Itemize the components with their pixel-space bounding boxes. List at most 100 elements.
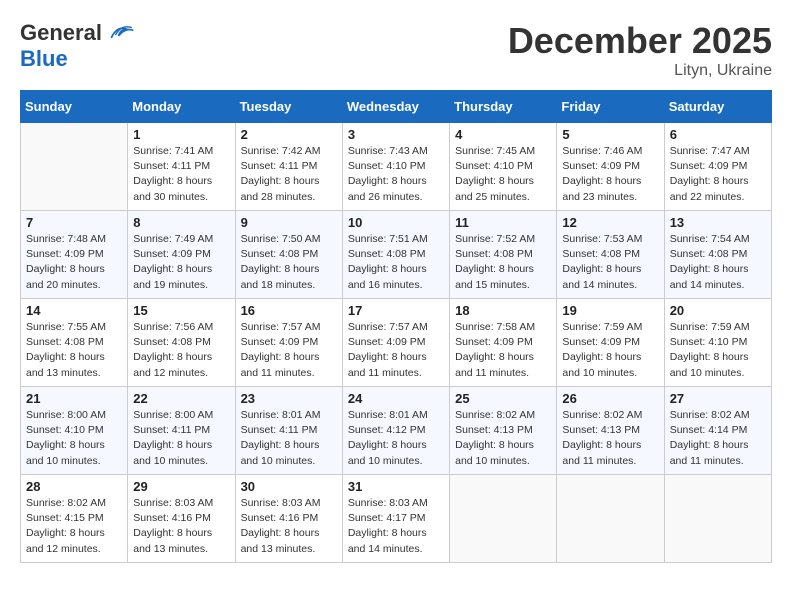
header-saturday: Saturday: [664, 91, 771, 123]
day-info: Sunrise: 8:00 AMSunset: 4:11 PMDaylight:…: [133, 408, 229, 469]
calendar-cell: [664, 475, 771, 563]
calendar-cell: 16 Sunrise: 7:57 AMSunset: 4:09 PMDayligh…: [235, 299, 342, 387]
day-info: Sunrise: 7:43 AMSunset: 4:10 PMDaylight:…: [348, 144, 444, 205]
day-number: 5: [562, 127, 658, 142]
day-number: 9: [241, 215, 337, 230]
day-number: 15: [133, 303, 229, 318]
day-info: Sunrise: 7:48 AMSunset: 4:09 PMDaylight:…: [26, 232, 122, 293]
day-info: Sunrise: 7:57 AMSunset: 4:09 PMDaylight:…: [241, 320, 337, 381]
calendar-body: 1 Sunrise: 7:41 AMSunset: 4:11 PMDaylight…: [21, 123, 772, 563]
logo-blue-text: Blue: [20, 46, 68, 72]
day-info: Sunrise: 8:02 AMSunset: 4:15 PMDaylight:…: [26, 496, 122, 557]
calendar-cell: 8 Sunrise: 7:49 AMSunset: 4:09 PMDaylight…: [128, 211, 235, 299]
calendar-cell: 29Sunrise: 8:03 AMSunset: 4:16 PMDayligh…: [128, 475, 235, 563]
calendar-cell: 19Sunrise: 7:59 AMSunset: 4:09 PMDayligh…: [557, 299, 664, 387]
day-info: Sunrise: 8:02 AMSunset: 4:14 PMDaylight:…: [670, 408, 766, 469]
calendar-cell: 28 Sunrise: 8:02 AMSunset: 4:15 PMDayligh…: [21, 475, 128, 563]
day-info: Sunrise: 7:41 AMSunset: 4:11 PMDaylight:…: [133, 144, 229, 205]
day-info: Sunrise: 7:51 AMSunset: 4:08 PMDaylight:…: [348, 232, 444, 293]
day-info: Sunrise: 7:57 AMSunset: 4:09 PMDaylight:…: [348, 320, 444, 381]
header-friday: Friday: [557, 91, 664, 123]
calendar-cell: 15 Sunrise: 7:56 AMSunset: 4:08 PMDayligh…: [128, 299, 235, 387]
day-info: Sunrise: 7:47 AMSunset: 4:09 PMDaylight:…: [670, 144, 766, 205]
day-number: 27: [670, 391, 766, 406]
calendar-cell: 9 Sunrise: 7:50 AMSunset: 4:08 PMDaylight…: [235, 211, 342, 299]
title-area: December 2025 Lityn, Ukraine: [508, 20, 772, 80]
day-number: 24: [348, 391, 444, 406]
calendar-cell: 17 Sunrise: 7:57 AMSunset: 4:09 PMDayligh…: [342, 299, 449, 387]
day-number: 25: [455, 391, 551, 406]
calendar-cell: 6 Sunrise: 7:47 AMSunset: 4:09 PMDaylight…: [664, 123, 771, 211]
calendar-cell: 25 Sunrise: 8:02 AMSunset: 4:13 PMDayligh…: [450, 387, 557, 475]
day-number: 17: [348, 303, 444, 318]
day-info: Sunrise: 8:03 AMSunset: 4:16 PMDaylight:…: [133, 496, 229, 557]
day-number: 26: [562, 391, 658, 406]
calendar-cell: 14 Sunrise: 7:55 AMSunset: 4:08 PMDayligh…: [21, 299, 128, 387]
logo-text: General: [20, 20, 134, 46]
header-thursday: Thursday: [450, 91, 557, 123]
logo: General Blue: [20, 20, 134, 72]
day-info: Sunrise: 7:49 AMSunset: 4:09 PMDaylight:…: [133, 232, 229, 293]
calendar-cell: 20 Sunrise: 7:59 AMSunset: 4:10 PMDayligh…: [664, 299, 771, 387]
day-info: Sunrise: 8:01 AMSunset: 4:11 PMDaylight:…: [241, 408, 337, 469]
calendar-week-4: 21Sunrise: 8:00 AMSunset: 4:10 PMDayligh…: [21, 387, 772, 475]
weekday-header-row: Sunday Monday Tuesday Wednesday Thursday…: [21, 91, 772, 123]
calendar-header: Sunday Monday Tuesday Wednesday Thursday…: [21, 91, 772, 123]
month-title: December 2025: [508, 20, 772, 62]
day-number: 1: [133, 127, 229, 142]
day-info: Sunrise: 7:55 AMSunset: 4:08 PMDaylight:…: [26, 320, 122, 381]
calendar-week-3: 14 Sunrise: 7:55 AMSunset: 4:08 PMDayligh…: [21, 299, 772, 387]
logo-bird-icon: [106, 22, 134, 44]
calendar-cell: 4 Sunrise: 7:45 AMSunset: 4:10 PMDaylight…: [450, 123, 557, 211]
calendar-cell: [557, 475, 664, 563]
calendar-cell: 22 Sunrise: 8:00 AMSunset: 4:11 PMDayligh…: [128, 387, 235, 475]
calendar-cell: 10Sunrise: 7:51 AMSunset: 4:08 PMDayligh…: [342, 211, 449, 299]
day-info: Sunrise: 7:50 AMSunset: 4:08 PMDaylight:…: [241, 232, 337, 293]
day-number: 6: [670, 127, 766, 142]
day-number: 18: [455, 303, 551, 318]
calendar-cell: 26 Sunrise: 8:02 AMSunset: 4:13 PMDayligh…: [557, 387, 664, 475]
day-number: 22: [133, 391, 229, 406]
calendar-cell: 13Sunrise: 7:54 AMSunset: 4:08 PMDayligh…: [664, 211, 771, 299]
day-info: Sunrise: 8:03 AMSunset: 4:16 PMDaylight:…: [241, 496, 337, 557]
day-number: 28: [26, 479, 122, 494]
calendar-cell: 23 Sunrise: 8:01 AMSunset: 4:11 PMDayligh…: [235, 387, 342, 475]
calendar-cell: 21Sunrise: 8:00 AMSunset: 4:10 PMDayligh…: [21, 387, 128, 475]
calendar-cell: 24Sunrise: 8:01 AMSunset: 4:12 PMDayligh…: [342, 387, 449, 475]
calendar-cell: 3 Sunrise: 7:43 AMSunset: 4:10 PMDaylight…: [342, 123, 449, 211]
day-info: Sunrise: 7:52 AMSunset: 4:08 PMDaylight:…: [455, 232, 551, 293]
day-info: Sunrise: 7:45 AMSunset: 4:10 PMDaylight:…: [455, 144, 551, 205]
day-info: Sunrise: 7:42 AMSunset: 4:11 PMDaylight:…: [241, 144, 337, 205]
calendar-week-1: 1 Sunrise: 7:41 AMSunset: 4:11 PMDaylight…: [21, 123, 772, 211]
calendar-cell: 11Sunrise: 7:52 AMSunset: 4:08 PMDayligh…: [450, 211, 557, 299]
day-info: Sunrise: 8:02 AMSunset: 4:13 PMDaylight:…: [455, 408, 551, 469]
header-wednesday: Wednesday: [342, 91, 449, 123]
day-number: 14: [26, 303, 122, 318]
day-number: 7: [26, 215, 122, 230]
day-info: Sunrise: 7:54 AMSunset: 4:08 PMDaylight:…: [670, 232, 766, 293]
day-number: 23: [241, 391, 337, 406]
calendar-cell: 27 Sunrise: 8:02 AMSunset: 4:14 PMDayligh…: [664, 387, 771, 475]
day-info: Sunrise: 7:46 AMSunset: 4:09 PMDaylight:…: [562, 144, 658, 205]
day-info: Sunrise: 7:59 AMSunset: 4:09 PMDaylight:…: [562, 320, 658, 381]
day-number: 12: [562, 215, 658, 230]
calendar-cell: 5 Sunrise: 7:46 AMSunset: 4:09 PMDaylight…: [557, 123, 664, 211]
header-monday: Monday: [128, 91, 235, 123]
calendar-cell: 18Sunrise: 7:58 AMSunset: 4:09 PMDayligh…: [450, 299, 557, 387]
day-number: 4: [455, 127, 551, 142]
calendar-table: Sunday Monday Tuesday Wednesday Thursday…: [20, 90, 772, 563]
day-info: Sunrise: 8:02 AMSunset: 4:13 PMDaylight:…: [562, 408, 658, 469]
day-info: Sunrise: 7:59 AMSunset: 4:10 PMDaylight:…: [670, 320, 766, 381]
day-number: 8: [133, 215, 229, 230]
header-tuesday: Tuesday: [235, 91, 342, 123]
day-number: 16: [241, 303, 337, 318]
calendar-week-5: 28 Sunrise: 8:02 AMSunset: 4:15 PMDayligh…: [21, 475, 772, 563]
day-number: 3: [348, 127, 444, 142]
calendar-cell: [21, 123, 128, 211]
calendar-week-2: 7 Sunrise: 7:48 AMSunset: 4:09 PMDaylight…: [21, 211, 772, 299]
calendar-cell: 2Sunrise: 7:42 AMSunset: 4:11 PMDaylight…: [235, 123, 342, 211]
day-info: Sunrise: 7:56 AMSunset: 4:08 PMDaylight:…: [133, 320, 229, 381]
day-number: 20: [670, 303, 766, 318]
day-number: 30: [241, 479, 337, 494]
calendar-cell: 1 Sunrise: 7:41 AMSunset: 4:11 PMDaylight…: [128, 123, 235, 211]
